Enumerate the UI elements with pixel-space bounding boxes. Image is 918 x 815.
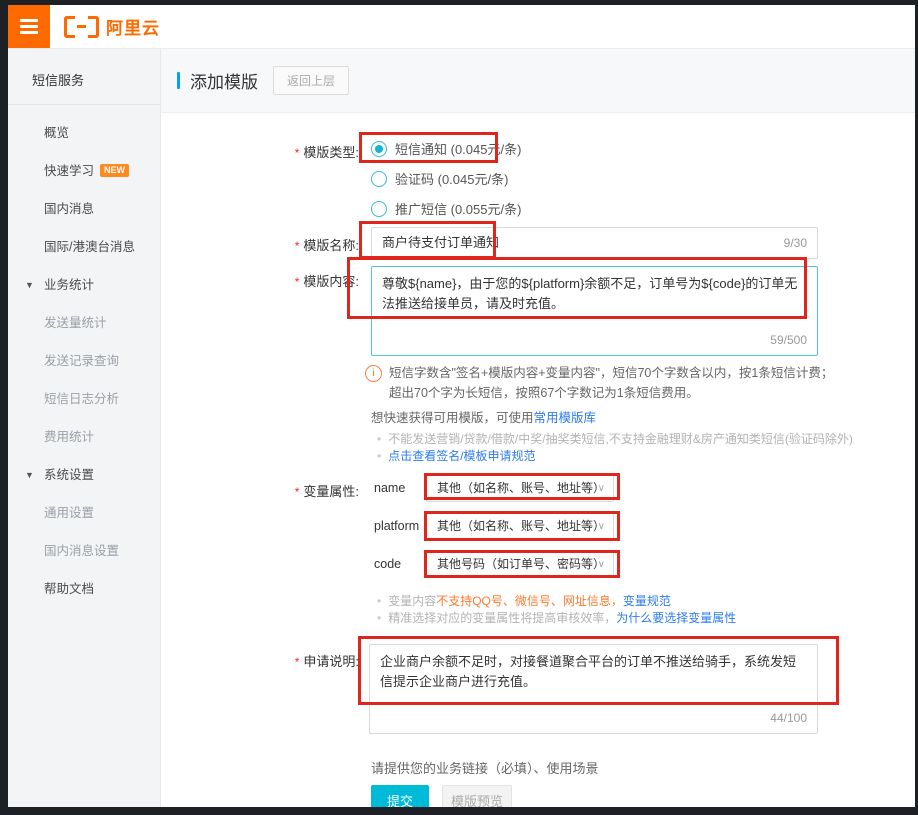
back-to-parent-button[interactable]: 返回上层 xyxy=(273,66,349,95)
variable-advice-bullet: •精准选择对应的变量属性将提高审核效率，为什么要选择变量属性 xyxy=(377,609,736,626)
billing-note-text: 短信字数含"签名+模版内容+变量内容"，短信70个字数含以内，按1条短信计费；超… xyxy=(389,363,837,403)
chevron-down-icon: ∨ xyxy=(598,552,605,577)
chevron-down-icon: ∨ xyxy=(598,514,605,539)
var-code-label: code xyxy=(374,557,401,571)
sidebar-item-cost-stats[interactable]: 费用统计 xyxy=(8,418,160,456)
sidebar-group-business-stats[interactable]: ▼业务统计 xyxy=(8,266,160,304)
top-navbar: 阿里云 xyxy=(8,5,915,49)
bullet-dot: • xyxy=(377,594,381,608)
bullet-dot: • xyxy=(377,611,381,625)
template-preview-button[interactable]: 模版预览 xyxy=(442,785,512,807)
sidebar-title: 短信服务 xyxy=(8,49,160,105)
radio-sms-notification[interactable]: 短信通知 (0.045元/条) xyxy=(371,139,521,158)
title-accent-bar xyxy=(177,72,180,89)
var-platform-select[interactable]: 其他（如名称、账号、地址等） ∨ xyxy=(426,513,614,540)
radio-verification-code[interactable]: 验证码 (0.045元/条) xyxy=(371,169,508,188)
sidebar-item-send-record-query[interactable]: 发送记录查询 xyxy=(8,342,160,380)
sidebar-item-general-settings[interactable]: 通用设置 xyxy=(8,494,160,532)
info-icon: i xyxy=(365,365,382,382)
var-name-select[interactable]: 其他（如名称、账号、地址等） ∨ xyxy=(426,475,614,502)
template-content-value: 尊敬${name}，由于您的${platform}余额不足，订单号为${code… xyxy=(382,276,797,311)
signature-template-spec-link[interactable]: 点击查看签名/模板申请规范 xyxy=(388,449,535,463)
logo-text: 阿里云 xyxy=(106,14,160,39)
template-content-label: *模版内容: xyxy=(161,271,359,290)
template-name-value: 商户待支付订单通知 xyxy=(382,235,499,250)
radio-unselected-icon[interactable] xyxy=(371,201,387,217)
sidebar-item-overview[interactable]: 概览 xyxy=(8,114,160,152)
content-char-counter: 59/500 xyxy=(770,330,807,350)
common-template-library-link[interactable]: 常用模版库 xyxy=(534,411,597,425)
hamburger-menu-button[interactable] xyxy=(8,5,50,48)
sidebar-item-send-volume-stats[interactable]: 发送量统计 xyxy=(8,304,160,342)
template-type-label: *模版类型: xyxy=(161,142,359,161)
radio-selected-icon[interactable] xyxy=(371,141,387,157)
variable-spec-link[interactable]: 变量规范 xyxy=(623,594,671,608)
variable-attrs-label: *变量属性: xyxy=(161,481,359,500)
sidebar-item-intl-messages[interactable]: 国际/港澳台消息 xyxy=(8,228,160,266)
logo-bracket-right-icon xyxy=(88,16,99,38)
var-platform-label: platform xyxy=(374,519,419,533)
submit-button[interactable]: 提交 xyxy=(371,785,429,807)
sidebar-item-domestic-message-settings[interactable]: 国内消息设置 xyxy=(8,532,160,570)
application-desc-textarea[interactable]: 企业商户余额不足时，对接餐道聚合平台的订单不推送给骑手，系统发短信提示企业商户进… xyxy=(369,644,818,734)
main-area: 添加模版 返回上层 *模版类型: 短信通知 (0.045元/条) 验证码 (0.… xyxy=(161,49,915,807)
new-badge: NEW xyxy=(100,164,129,177)
sidebar-item-quick-learning[interactable]: 快速学习NEW xyxy=(8,152,160,190)
variable-restriction-highlight: 不支持QQ号、微信号、网址信息， xyxy=(436,594,623,608)
var-name-label: name xyxy=(374,481,405,495)
application-desc-label: *申请说明: xyxy=(161,651,359,670)
page-header: 添加模版 返回上层 xyxy=(161,49,915,113)
aliyun-logo: 阿里云 xyxy=(64,5,160,48)
template-name-input[interactable]: 商户待支付订单通知 9/30 xyxy=(371,227,818,259)
quick-template-hint: 想快速获得可用模版，可使用常用模版库 xyxy=(371,407,596,426)
name-char-counter: 9/30 xyxy=(784,228,807,258)
template-name-label: *模版名称: xyxy=(161,235,359,254)
chevron-down-icon: ▼ xyxy=(25,266,34,304)
sidebar-item-help-docs[interactable]: 帮助文档 xyxy=(8,570,160,608)
content-restriction-bullet: •不能发送营销/贷款/借款/中奖/抽奖类短信,不支持金融理财&房产通知类短信(验… xyxy=(377,430,853,447)
required-asterisk: * xyxy=(295,146,300,160)
why-variable-attr-link[interactable]: 为什么要选择变量属性 xyxy=(616,611,736,625)
var-code-select[interactable]: 其他号码（如订单号、密码等） ∨ xyxy=(426,551,614,578)
radio-unselected-icon[interactable] xyxy=(371,171,387,187)
application-desc-value: 企业商户余额不足时，对接餐道聚合平台的订单不推送给骑手，系统发短信提示企业商户进… xyxy=(380,654,796,689)
form-canvas: *模版类型: 短信通知 (0.045元/条) 验证码 (0.045元/条) 推广… xyxy=(161,113,915,807)
hamburger-icon xyxy=(20,19,38,22)
chevron-down-icon: ▼ xyxy=(25,456,34,494)
application-char-counter: 44/100 xyxy=(770,708,807,728)
hamburger-icon xyxy=(20,31,38,34)
bullet-dot: • xyxy=(377,449,381,463)
variable-restriction-bullet: •变量内容不支持QQ号、微信号、网址信息，变量规范 xyxy=(377,592,671,609)
sidebar-item-sms-log-analysis[interactable]: 短信日志分析 xyxy=(8,380,160,418)
logo-dash-icon xyxy=(77,25,86,28)
sidebar-group-system-settings[interactable]: ▼系统设置 xyxy=(8,456,160,494)
chevron-down-icon: ∨ xyxy=(598,476,605,501)
page-title: 添加模版 xyxy=(190,68,258,93)
radio-promo-sms[interactable]: 推广短信 (0.055元/条) xyxy=(371,199,521,218)
console-window: 阿里云 短信服务 概览 快速学习NEW 国内消息 国际/港澳台消息 ▼业务统计 … xyxy=(8,5,915,807)
bullet-dot: • xyxy=(377,432,381,446)
logo-bracket-left-icon xyxy=(64,16,75,38)
sidebar-item-domestic-messages[interactable]: 国内消息 xyxy=(8,190,160,228)
business-link-hint: 请提供您的业务链接（必填）、使用场景 xyxy=(371,758,599,777)
hamburger-icon xyxy=(20,25,38,28)
sidebar: 短信服务 概览 快速学习NEW 国内消息 国际/港澳台消息 ▼业务统计 发送量统… xyxy=(8,49,161,807)
screenshot-frame: 阿里云 短信服务 概览 快速学习NEW 国内消息 国际/港澳台消息 ▼业务统计 … xyxy=(0,0,918,815)
billing-note: i 短信字数含"签名+模版内容+变量内容"，短信70个字数含以内，按1条短信计费… xyxy=(365,363,837,403)
template-content-textarea[interactable]: 尊敬${name}，由于您的${platform}余额不足，订单号为${code… xyxy=(371,266,818,356)
spec-link-bullet: • 点击查看签名/模板申请规范 xyxy=(377,447,536,464)
